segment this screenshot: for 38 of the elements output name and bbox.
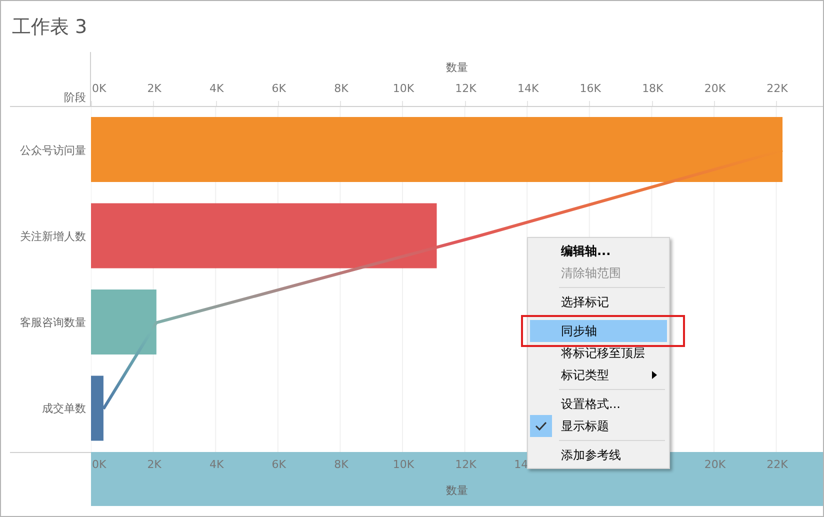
axis-tick-label: 0K	[92, 82, 106, 95]
axis-tick-label: 0K	[92, 458, 106, 471]
axis-title: 数量	[446, 60, 468, 75]
menu-item[interactable]: 将标记移至顶层	[530, 342, 667, 364]
axis-tick-label: 2K	[147, 458, 162, 471]
menu-item[interactable]: 标记类型	[530, 364, 667, 386]
category-label: 关注新增人数	[20, 228, 86, 244]
axis-tick-label: 8K	[334, 82, 348, 95]
axis-tick-label: 10K	[392, 82, 414, 95]
axis-tick-label: 6K	[272, 458, 286, 471]
worksheet-title: 工作表 3	[11, 15, 88, 39]
axis-title: 数量	[446, 483, 468, 498]
menu-item[interactable]: 设置格式...	[530, 393, 667, 415]
axis-tick-label: 14	[514, 458, 528, 471]
axis-tick-label: 4K	[209, 458, 224, 471]
category-label: 客服咨询数量	[20, 315, 86, 330]
axis-tick-label: 6K	[272, 82, 286, 95]
axis-tick-label: 4K	[209, 82, 224, 95]
axis-tick-label: 16K	[580, 82, 601, 95]
axis-tick-label: 20K	[704, 82, 726, 95]
axis-tick-label: 22K	[766, 458, 788, 471]
axis-tick-label: 20K	[704, 458, 726, 471]
axis-tick-label: 12K	[455, 82, 476, 95]
axis-tick-label: 8K	[334, 458, 348, 471]
axis-tick-label: 14K	[517, 82, 539, 95]
menu-item[interactable]: 显示标题	[530, 415, 667, 437]
axis-tick-label: 2K	[147, 82, 162, 95]
category-label: 公众号访问量	[20, 142, 86, 158]
category-label: 成交单数	[42, 401, 86, 416]
axis-tick-label: 12K	[455, 458, 476, 471]
menu-item[interactable]: 编辑轴...	[530, 240, 667, 262]
row-header: 阶段	[64, 90, 86, 105]
axis-tick-label: 10K	[392, 458, 414, 471]
axis-tick-label: 18K	[642, 82, 664, 95]
axis-tick-label: 22K	[766, 82, 788, 95]
menu-item[interactable]: 同步轴	[530, 320, 667, 342]
menu-item[interactable]: 添加参考线	[530, 444, 667, 466]
menu-item[interactable]: 选择标记	[530, 291, 667, 313]
